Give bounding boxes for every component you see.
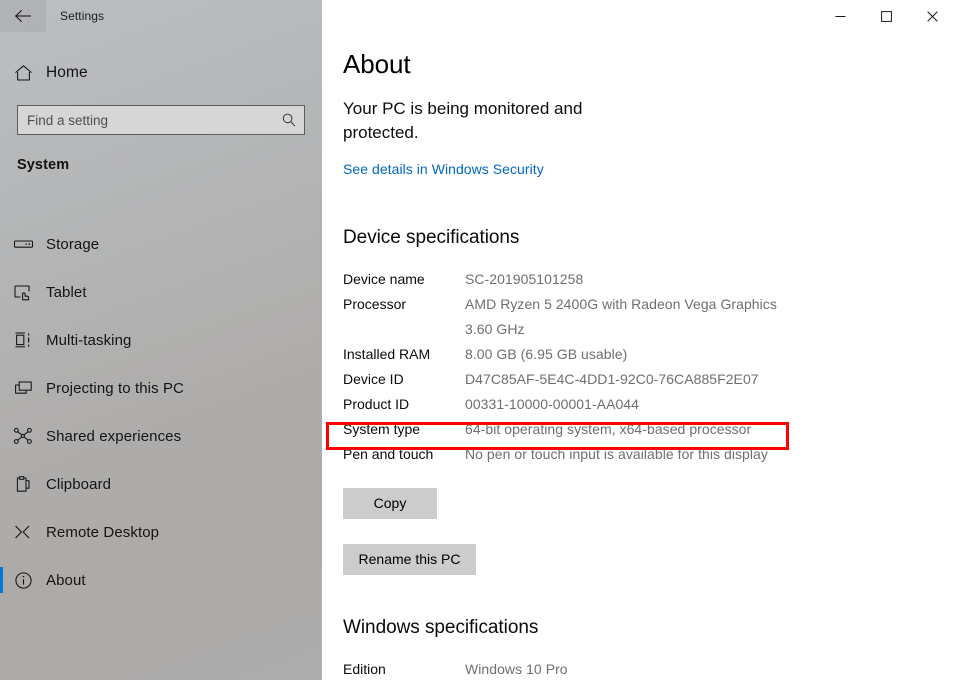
maximize-button[interactable]: [863, 0, 909, 32]
sidebar-item-clipboard[interactable]: Clipboard: [0, 460, 322, 508]
spec-value-line2: 3.60 GHz: [465, 320, 525, 337]
home-icon: [0, 64, 46, 82]
spec-label: Processor: [343, 295, 407, 312]
search-icon[interactable]: [274, 106, 304, 134]
sidebar-item-home[interactable]: Home: [0, 56, 322, 90]
sidebar-item-tablet[interactable]: Tablet: [0, 268, 322, 316]
navigation-sidebar: Settings Home Syste: [0, 0, 322, 680]
copy-button[interactable]: Copy: [343, 487, 437, 519]
sidebar-item-remote-desktop[interactable]: Remote Desktop: [0, 508, 322, 556]
about-content: About Your PC is being monitored and pro…: [343, 50, 943, 680]
table-row: Installed RAM 8.00 GB (6.95 GB usable): [343, 342, 813, 367]
spec-label: Device name: [343, 270, 425, 287]
sidebar-item-projecting-label: Projecting to this PC: [46, 379, 184, 397]
page-title: About: [343, 49, 411, 79]
table-row: Product ID 00331-10000-00001-AA044: [343, 392, 813, 417]
windows-security-link[interactable]: See details in Windows Security: [343, 161, 544, 177]
sidebar-item-shared-experiences-label: Shared experiences: [46, 427, 182, 445]
sidebar-item-storage[interactable]: Storage: [0, 220, 322, 268]
projecting-icon: [0, 379, 46, 397]
clipboard-icon: [0, 475, 46, 494]
minimize-button[interactable]: [817, 0, 863, 32]
sidebar-item-projecting[interactable]: Projecting to this PC: [0, 364, 322, 412]
sidebar-item-multitasking[interactable]: Multi-tasking: [0, 316, 322, 364]
device-specifications-table: Device name SC-201905101258 Processor AM…: [343, 267, 813, 467]
windows-specifications-title: Windows specifications: [343, 616, 539, 638]
spec-value: AMD Ryzen 5 2400G with Radeon Vega Graph…: [465, 292, 777, 342]
search-box-container: [17, 105, 305, 135]
windows-specifications-table: Edition Windows 10 Pro: [343, 657, 813, 680]
info-circle-icon: [0, 571, 46, 590]
spec-value: Windows 10 Pro: [465, 660, 568, 677]
spec-label: Device ID: [343, 370, 404, 387]
spec-value: SC-201905101258: [465, 270, 584, 287]
sidebar-item-multitasking-label: Multi-tasking: [46, 331, 132, 349]
settings-window: Settings Home Syste: [0, 0, 955, 680]
multitasking-icon: [0, 331, 46, 349]
table-row: Device name SC-201905101258: [343, 267, 813, 292]
close-button[interactable]: [909, 0, 955, 32]
app-title: Settings: [60, 9, 105, 23]
rename-pc-button[interactable]: Rename this PC: [343, 543, 476, 575]
sidebar-item-clipboard-label: Clipboard: [46, 475, 112, 493]
sidebar-item-remote-desktop-label: Remote Desktop: [46, 523, 160, 541]
window-controls: [817, 0, 955, 32]
spec-label: Pen and touch: [343, 445, 434, 462]
sidebar-item-storage-label: Storage: [46, 235, 100, 253]
main-content-area: About Your PC is being monitored and pro…: [322, 0, 955, 680]
back-button[interactable]: [0, 0, 46, 32]
table-row: Device ID D47C85AF-5E4C-4DD1-92C0-76CA88…: [343, 367, 813, 392]
device-specifications-title: Device specifications: [343, 226, 520, 248]
storage-drive-icon: [0, 236, 46, 252]
shared-experiences-icon: [0, 427, 46, 445]
protection-status-text: Your PC is being monitored and protected…: [343, 98, 583, 142]
titlebar: Settings: [0, 0, 322, 32]
spec-label: System type: [343, 420, 421, 437]
sidebar-item-about[interactable]: About: [0, 556, 322, 604]
sidebar-item-shared-experiences[interactable]: Shared experiences: [0, 412, 322, 460]
maximize-icon: [880, 10, 892, 22]
remote-desktop-icon: [0, 524, 46, 540]
sidebar-item-home-label: Home: [46, 64, 88, 81]
sidebar-group-header: System: [17, 157, 70, 173]
search-input[interactable]: [18, 106, 274, 134]
spec-value-line1: AMD Ryzen 5 2400G with Radeon Vega Graph…: [465, 295, 777, 312]
spec-label: Installed RAM: [343, 345, 431, 362]
table-row-system-type: System type 64-bit operating system, x64…: [343, 417, 813, 442]
sidebar-item-tablet-label: Tablet: [46, 283, 87, 301]
search-box[interactable]: [17, 105, 305, 135]
table-row: Edition Windows 10 Pro: [343, 657, 813, 680]
spec-value: 8.00 GB (6.95 GB usable): [465, 345, 628, 362]
table-row: Pen and touch No pen or touch input is a…: [343, 442, 813, 467]
spec-value: 00331-10000-00001-AA044: [465, 395, 639, 412]
spec-label: Product ID: [343, 395, 410, 412]
spec-value: D47C85AF-5E4C-4DD1-92C0-76CA885F2E07: [465, 370, 759, 387]
sidebar-nav-list: Storage Tablet Multi-tasking Projecting …: [0, 220, 322, 604]
table-row: Processor AMD Ryzen 5 2400G with Radeon …: [343, 292, 813, 342]
back-arrow-icon: [14, 9, 31, 23]
tablet-touch-icon: [0, 283, 46, 302]
spec-value: 64-bit operating system, x64-based proce…: [465, 420, 752, 437]
spec-value: No pen or touch input is available for t…: [465, 445, 768, 462]
sidebar-item-about-label: About: [46, 571, 86, 589]
spec-label: Edition: [343, 660, 386, 677]
minimize-icon: [835, 15, 845, 17]
close-icon: [926, 10, 938, 22]
